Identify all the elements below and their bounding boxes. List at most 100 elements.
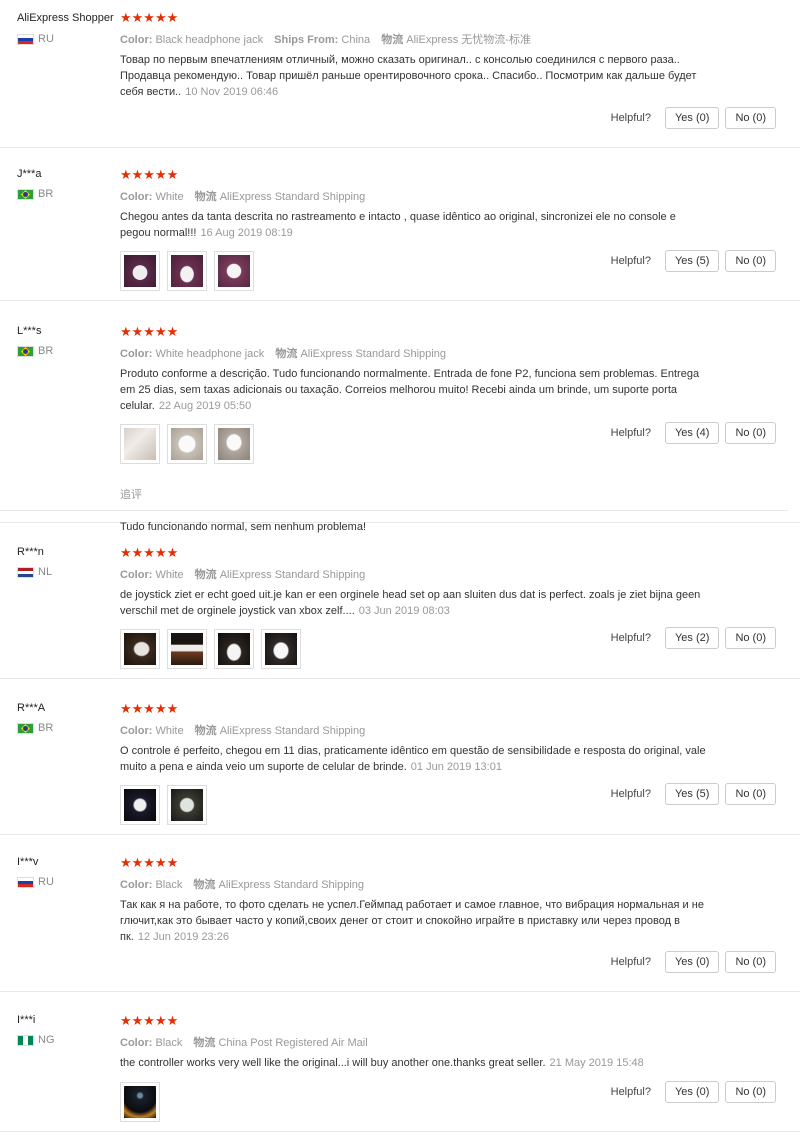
- review-item: L***s BR ★★★★★ Color: White headphone ja…: [0, 301, 800, 533]
- review-date: 21 May 2019 15:48: [549, 1057, 644, 1069]
- review-photo-thumbnail[interactable]: [261, 629, 301, 669]
- review-body: ★★★★★ Color: Black headphone jack Ships …: [120, 11, 760, 100]
- reviewer-name: AliExpress Shopper: [17, 12, 114, 24]
- review-text: Так как я на работе, то фото сделать не …: [120, 899, 704, 943]
- review-date: 12 Jun 2019 23:26: [137, 931, 229, 943]
- helpful-label: Helpful?: [610, 788, 651, 800]
- reviewer-info: I***i NG: [17, 1014, 117, 1046]
- star-rating: ★★★★★: [120, 545, 179, 560]
- reviewer-name: J***a: [17, 168, 42, 180]
- review-text: de joystick ziet er echt goed uit.je kan…: [120, 589, 701, 617]
- helpful-no-button[interactable]: No (0): [725, 107, 776, 129]
- review-meta: Color: Black headphone jack Ships From: …: [120, 34, 531, 46]
- helpful-label: Helpful?: [610, 632, 651, 644]
- reviewer-name: L***s: [17, 325, 42, 337]
- review-body: ★★★★★ Color: White 物流 AliExpress Standar…: [120, 702, 760, 825]
- helpful-votes: Helpful? Yes (2) No (0): [611, 627, 776, 649]
- review-item: AliExpress Shopper RU ★★★★★ Color: Black…: [0, 0, 800, 148]
- helpful-no-button[interactable]: No (0): [725, 627, 776, 649]
- reviewer-country: NL: [38, 566, 53, 578]
- review-photo-thumbnail[interactable]: [214, 629, 254, 669]
- review-body: ★★★★★ Color: White 物流 AliExpress Standar…: [120, 168, 760, 291]
- helpful-yes-button[interactable]: Yes (2): [664, 627, 720, 649]
- reviewer-info: L***s BR: [17, 325, 117, 357]
- helpful-yes-button[interactable]: Yes (5): [664, 250, 720, 272]
- review-meta: Color: White 物流 AliExpress Standard Ship…: [120, 191, 366, 203]
- review-photo-thumbnail[interactable]: [167, 251, 207, 291]
- helpful-no-button[interactable]: No (0): [725, 783, 776, 805]
- helpful-votes: Helpful? Yes (5) No (0): [611, 783, 776, 805]
- brazil-flag-icon: [17, 345, 34, 357]
- helpful-yes-button[interactable]: Yes (5): [664, 783, 720, 805]
- review-text: the controller works very well like the …: [120, 1057, 644, 1069]
- review-photo-thumbnail[interactable]: [214, 251, 254, 291]
- reviewer-info: I***v RU: [17, 856, 117, 888]
- star-rating: ★★★★★: [120, 701, 179, 716]
- reviewer-name: I***i: [17, 1014, 36, 1026]
- helpful-no-button[interactable]: No (0): [725, 250, 776, 272]
- review-item: J***a BR ★★★★★ Color: White 物流 AliExpres…: [0, 148, 800, 301]
- reviewer-name: R***A: [17, 702, 46, 714]
- star-rating: ★★★★★: [120, 324, 179, 339]
- reviewer-country: BR: [38, 188, 54, 200]
- review-date: 10 Nov 2019 06:46: [185, 86, 279, 98]
- helpful-label: Helpful?: [610, 112, 651, 124]
- review-text: Chegou antes da tanta descrita no rastre…: [120, 211, 676, 239]
- helpful-label: Helpful?: [610, 255, 651, 267]
- review-item: R***A BR ★★★★★ Color: White 物流 AliExpres…: [0, 679, 800, 835]
- helpful-votes: Helpful? Yes (5) No (0): [611, 250, 776, 272]
- review-meta: Color: White 物流 AliExpress Standard Ship…: [120, 725, 366, 737]
- star-rating: ★★★★★: [120, 1013, 179, 1028]
- review-photo-thumbnail[interactable]: [120, 1082, 160, 1122]
- review-photo-thumbnail[interactable]: [120, 629, 160, 669]
- review-photo-thumbnail[interactable]: [167, 629, 207, 669]
- helpful-label: Helpful?: [610, 956, 651, 968]
- reviewer-info: R***A BR: [17, 702, 117, 734]
- reviewer-country: RU: [38, 33, 54, 45]
- review-text: Produto conforme a descrição. Tudo funci…: [120, 368, 700, 412]
- helpful-yes-button[interactable]: Yes (0): [664, 107, 720, 129]
- reviewer-info: J***a BR: [17, 168, 117, 200]
- review-photo-thumbnail[interactable]: [120, 424, 160, 464]
- review-meta: Color: White headphone jack 物流 AliExpres…: [120, 348, 446, 360]
- review-meta: Color: White 物流 AliExpress Standard Ship…: [120, 569, 366, 581]
- helpful-label: Helpful?: [610, 427, 651, 439]
- review-photo-thumbnail[interactable]: [120, 785, 160, 825]
- helpful-no-button[interactable]: No (0): [725, 422, 776, 444]
- review-photo-thumbnail[interactable]: [120, 251, 160, 291]
- review-text: Товар по первым впечатлениям отличный, м…: [120, 54, 697, 98]
- followup-label: 追评: [120, 489, 142, 501]
- review-item: R***n NL ★★★★★ Color: White 物流 AliExpres…: [0, 523, 800, 679]
- star-rating: ★★★★★: [120, 855, 179, 870]
- reviewer-country: BR: [38, 722, 54, 734]
- review-date: 22 Aug 2019 05:50: [158, 400, 252, 412]
- star-rating: ★★★★★: [120, 167, 179, 182]
- helpful-label: Helpful?: [610, 1086, 651, 1098]
- review-date: 01 Jun 2019 13:01: [410, 761, 502, 773]
- helpful-yes-button[interactable]: Yes (0): [664, 951, 720, 973]
- review-text: O controle é perfeito, chegou em 11 dias…: [120, 745, 706, 773]
- brazil-flag-icon: [17, 188, 34, 200]
- reviewer-country: BR: [38, 345, 54, 357]
- reviewer-name: R***n: [17, 546, 44, 558]
- russia-flag-icon: [17, 876, 34, 888]
- helpful-votes: Helpful? Yes (0) No (0): [611, 1081, 776, 1103]
- review-body: ★★★★★ Color: Black 物流 AliExpress Standar…: [120, 856, 760, 945]
- helpful-no-button[interactable]: No (0): [725, 1081, 776, 1103]
- helpful-no-button[interactable]: No (0): [725, 951, 776, 973]
- review-photo-thumbnail[interactable]: [214, 424, 254, 464]
- helpful-yes-button[interactable]: Yes (0): [664, 1081, 720, 1103]
- review-body: ★★★★★ Color: White 物流 AliExpress Standar…: [120, 546, 760, 669]
- helpful-votes: Helpful? Yes (0) No (0): [611, 107, 776, 129]
- brazil-flag-icon: [17, 722, 34, 734]
- review-photo-thumbnail[interactable]: [167, 785, 207, 825]
- reviewer-info: R***n NL: [17, 546, 117, 578]
- star-rating: ★★★★★: [120, 10, 179, 25]
- helpful-votes: Helpful? Yes (0) No (0): [611, 951, 776, 973]
- review-photo-thumbnail[interactable]: [167, 424, 207, 464]
- review-item: I***i NG ★★★★★ Color: Black 物流 China Pos…: [0, 992, 800, 1132]
- helpful-yes-button[interactable]: Yes (4): [664, 422, 720, 444]
- reviewer-info: AliExpress Shopper RU: [17, 12, 117, 45]
- review-item: I***v RU ★★★★★ Color: Black 物流 AliExpres…: [0, 835, 800, 992]
- helpful-votes: Helpful? Yes (4) No (0): [611, 422, 776, 444]
